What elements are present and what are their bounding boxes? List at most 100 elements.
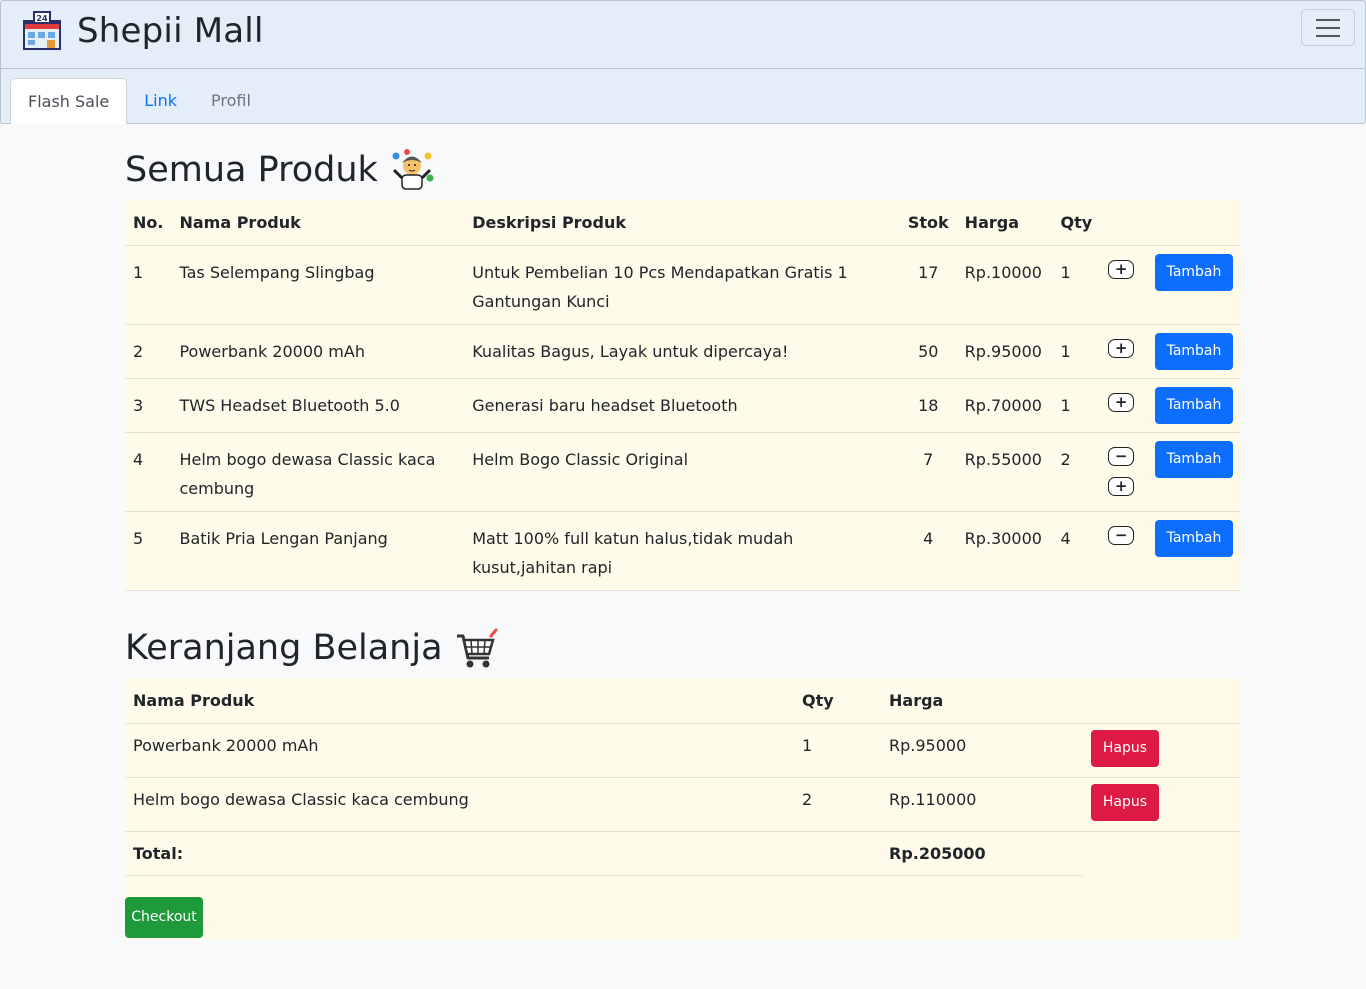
cart-item-action: Hapus — [1083, 723, 1241, 778]
col-stock: Stok — [899, 200, 957, 246]
qty-controls: + — [1100, 245, 1147, 325]
product-row: 4 Helm bogo dewasa Classic kaca cembung He… — [125, 432, 1241, 512]
cart-total-spacer — [794, 831, 881, 876]
increase-qty-button[interactable]: + — [1108, 259, 1135, 279]
product-no: 2 — [125, 324, 172, 379]
decrease-qty-button[interactable]: − — [1108, 525, 1135, 545]
add-to-cart-button[interactable]: Tambah — [1155, 386, 1233, 424]
cart-item-name: Helm bogo dewasa Classic kaca cembung — [125, 777, 794, 832]
col-action — [1147, 200, 1241, 246]
product-price: Rp.30000 — [956, 511, 1053, 591]
product-stock: 18 — [899, 378, 957, 433]
product-price: Rp.55000 — [956, 432, 1053, 512]
cart-col-qty: Qty — [794, 678, 881, 724]
product-desc: Untuk Pembelian 10 Pcs Mendapatkan Grati… — [464, 245, 900, 325]
products-heading: Semua Produk — [125, 148, 434, 192]
product-no: 5 — [125, 511, 172, 591]
cart-item-price: Rp.110000 — [881, 777, 1083, 832]
tab-flash-sale[interactable]: Flash Sale — [10, 78, 128, 124]
product-row: 5 Batik Pria Lengan Panjang Matt 100% full… — [125, 511, 1241, 591]
product-qty: 1 — [1052, 245, 1101, 325]
add-to-cart-button[interactable]: Tambah — [1155, 332, 1233, 370]
hamburger-icon-bar — [1316, 26, 1340, 29]
product-stock: 7 — [899, 432, 957, 512]
cart-item-qty: 1 — [794, 723, 881, 778]
product-action: Tambah — [1147, 245, 1241, 325]
nav-tabs: Flash Sale Link Profil — [10, 78, 268, 124]
product-action: Tambah — [1147, 324, 1241, 379]
checkout-button[interactable]: Checkout — [125, 897, 203, 938]
col-qty-controls — [1100, 200, 1147, 246]
product-desc: Helm Bogo Classic Original — [464, 432, 900, 512]
add-to-cart-button[interactable]: Tambah — [1155, 253, 1233, 291]
cart-col-action — [1083, 678, 1241, 724]
menu-toggle-button[interactable] — [1301, 9, 1355, 46]
product-no: 3 — [125, 378, 172, 433]
decrease-qty-button[interactable]: − — [1108, 446, 1135, 466]
products-table: No. Nama Produk Deskripsi Produk Stok Ha… — [125, 200, 1241, 591]
remove-item-button[interactable]: Hapus — [1091, 729, 1159, 767]
cart-item-price: Rp.95000 — [881, 723, 1083, 778]
brand-name[interactable]: Shepii Mall — [77, 11, 264, 51]
product-name: TWS Headset Bluetooth 5.0 — [171, 378, 465, 433]
product-stock: 4 — [899, 511, 957, 591]
product-name: Helm bogo dewasa Classic kaca cembung — [171, 432, 465, 512]
product-name: Batik Pria Lengan Panjang — [171, 511, 465, 591]
tab-link[interactable]: Link — [127, 78, 194, 124]
col-qty: Qty — [1052, 200, 1101, 246]
qty-controls: + — [1100, 324, 1147, 379]
product-row: 2 Powerbank 20000 mAh Kualitas Bagus, Laya… — [125, 324, 1241, 379]
product-desc: Kualitas Bagus, Layak untuk dipercaya! — [464, 324, 900, 379]
product-price: Rp.10000 — [956, 245, 1053, 325]
brand[interactable]: 24 Shepii Mall — [21, 9, 264, 53]
qty-controls: − — [1100, 511, 1147, 591]
col-no: No. — [125, 200, 172, 246]
shopping-cart-emoji-icon — [456, 628, 498, 668]
cart-col-name: Nama Produk — [125, 678, 794, 724]
navbar-divider — [1, 68, 1365, 69]
cart-item-qty: 2 — [794, 777, 881, 832]
product-no: 4 — [125, 432, 172, 512]
product-qty: 2 — [1052, 432, 1101, 512]
cart-table: Nama Produk Qty Harga Powerbank 20000 mA… — [125, 678, 1241, 876]
increase-qty-button[interactable]: + — [1108, 338, 1135, 358]
increase-qty-button[interactable]: + — [1108, 392, 1135, 412]
product-action: Tambah — [1147, 378, 1241, 433]
product-action: Tambah — [1147, 432, 1241, 512]
product-price: Rp.70000 — [956, 378, 1053, 433]
product-desc: Matt 100% full katun halus,tidak mudah k… — [464, 511, 900, 591]
svg-text:24: 24 — [36, 14, 48, 23]
product-qty: 1 — [1052, 378, 1101, 433]
product-qty: 4 — [1052, 511, 1101, 591]
products-table-header: No. Nama Produk Deskripsi Produk Stok Ha… — [125, 200, 1241, 246]
cart-total-label: Total: — [125, 831, 794, 876]
products-heading-text: Semua Produk — [125, 150, 378, 190]
product-action: Tambah — [1147, 511, 1241, 591]
cart-table-header: Nama Produk Qty Harga — [125, 678, 1241, 724]
cart-heading: Keranjang Belanja — [125, 626, 499, 670]
product-price: Rp.95000 — [956, 324, 1053, 379]
product-stock: 50 — [899, 324, 957, 379]
tab-profil[interactable]: Profil — [194, 78, 268, 124]
cart-total-empty — [1083, 831, 1241, 875]
remove-item-button[interactable]: Hapus — [1091, 783, 1159, 821]
cart-row: Powerbank 20000 mAh 1 Rp.95000 Hapus — [125, 723, 1241, 778]
product-desc: Generasi baru headset Bluetooth — [464, 378, 900, 433]
store-logo-icon: 24 — [23, 11, 61, 50]
cart-row: Helm bogo dewasa Classic kaca cembung 2 Rp… — [125, 777, 1241, 832]
qty-controls: + — [1100, 378, 1147, 433]
product-row: 1 Tas Selempang Slingbag Untuk Pembelian 1… — [125, 245, 1241, 325]
cart-total-value: Rp.205000 — [881, 831, 1083, 876]
product-name: Powerbank 20000 mAh — [171, 324, 465, 379]
add-to-cart-button[interactable]: Tambah — [1155, 440, 1233, 478]
hamburger-icon-bar — [1316, 18, 1340, 21]
cart-item-name: Powerbank 20000 mAh — [125, 723, 794, 778]
product-qty: 1 — [1052, 324, 1101, 379]
cart-panel: Nama Produk Qty Harga Powerbank 20000 mA… — [125, 678, 1241, 940]
add-to-cart-button[interactable]: Tambah — [1155, 519, 1233, 557]
checkout-area: Checkout — [125, 897, 203, 938]
product-stock: 17 — [899, 245, 957, 325]
hamburger-icon-bar — [1316, 34, 1340, 37]
increase-qty-button[interactable]: + — [1108, 476, 1135, 496]
navbar: 24 Shepii Mall Flash Sale Link Profil — [0, 0, 1366, 124]
